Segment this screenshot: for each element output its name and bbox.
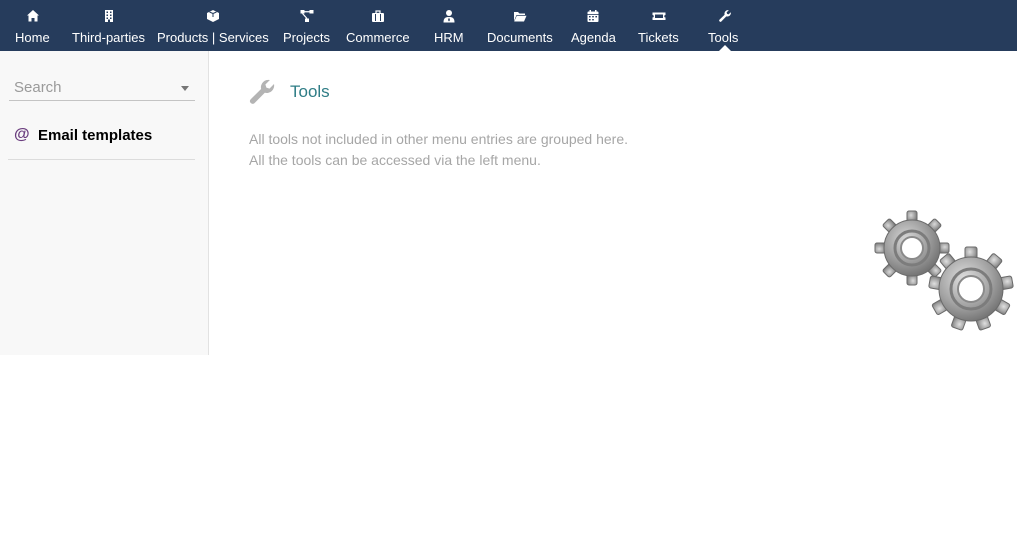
top-nav-bar: Home Third-parties Products | Services P… (0, 0, 1017, 51)
ticket-icon (652, 9, 666, 23)
nav-label-agenda: Agenda (571, 30, 616, 45)
search-select[interactable] (9, 75, 195, 101)
nav-label-hrm: HRM (434, 30, 464, 45)
description-line-1: All tools not included in other menu ent… (249, 131, 629, 147)
nav-label-documents: Documents (487, 30, 553, 45)
nav-item-products-services[interactable]: Products | Services (156, 0, 270, 51)
folder-open-icon (513, 9, 527, 23)
chevron-down-icon[interactable] (181, 86, 189, 91)
page-title: Tools (290, 82, 330, 101)
left-sidebar: @ Email templates (0, 51, 209, 355)
nav-label-home: Home (15, 30, 50, 45)
nav-item-tools[interactable]: Tools (706, 0, 744, 51)
user-tie-icon (442, 9, 456, 23)
nav-item-documents[interactable]: Documents (486, 0, 556, 51)
briefcase-icon (371, 9, 385, 23)
wrench-icon (248, 78, 276, 106)
at-icon: @ (14, 126, 30, 143)
project-diagram-icon (300, 9, 314, 23)
nav-item-tickets[interactable]: Tickets (637, 0, 683, 51)
nav-item-home[interactable]: Home (13, 0, 53, 51)
nav-label-tools: Tools (708, 30, 739, 45)
wrench-icon (718, 9, 732, 23)
nav-item-hrm[interactable]: HRM (432, 0, 466, 51)
nav-item-commerce[interactable]: Commerce (345, 0, 413, 51)
sidebar-item-email-templates[interactable]: @ Email templates (8, 121, 195, 160)
home-icon (26, 9, 40, 23)
nav-label-third-parties: Third-parties (72, 30, 145, 45)
building-icon (102, 9, 116, 23)
nav-label-commerce: Commerce (346, 30, 410, 45)
sidebar-item-label: Email templates (38, 127, 153, 144)
nav-item-third-parties[interactable]: Third-parties (70, 0, 148, 51)
nav-label-tickets: Tickets (638, 30, 679, 45)
description-line-2: All the tools can be accessed via the le… (249, 152, 541, 168)
cube-icon (206, 9, 220, 23)
gears-icon (873, 208, 1015, 332)
calendar-icon (586, 9, 600, 23)
nav-label-products-services: Products | Services (157, 30, 269, 45)
nav-item-agenda[interactable]: Agenda (570, 0, 618, 51)
nav-item-projects[interactable]: Projects (281, 0, 333, 51)
active-indicator (719, 45, 731, 51)
search-input[interactable] (9, 77, 169, 97)
nav-label-projects: Projects (283, 30, 330, 45)
